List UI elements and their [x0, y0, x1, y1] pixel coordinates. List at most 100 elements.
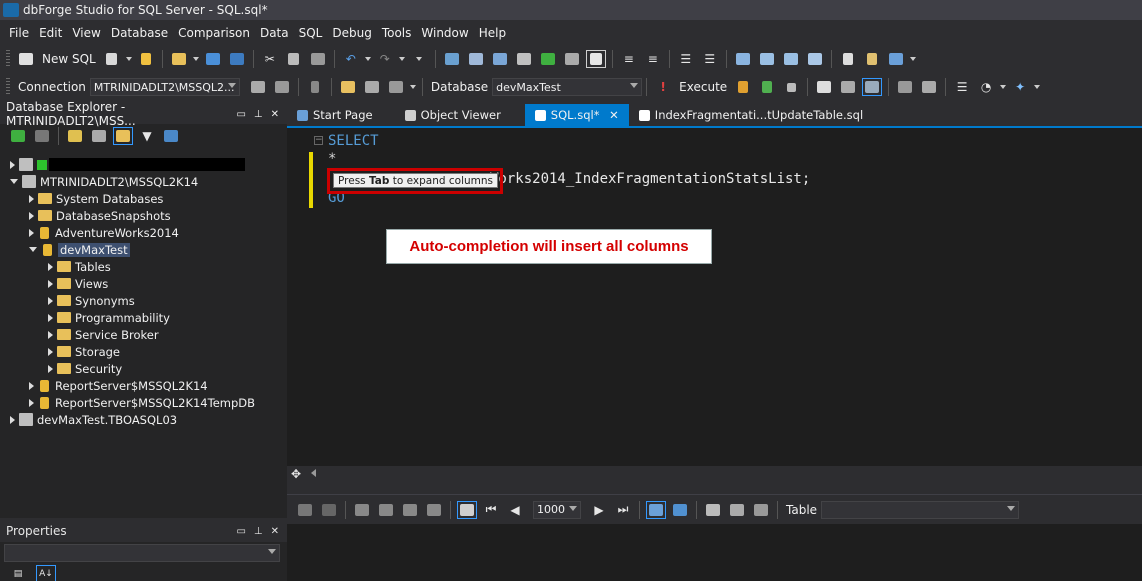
properties-object-select[interactable] — [4, 544, 280, 562]
bookmark-icon[interactable] — [733, 50, 753, 68]
execute-button[interactable]: Execute — [679, 80, 727, 94]
menu-view[interactable]: View — [67, 26, 105, 40]
close-tab-icon[interactable]: ✕ — [609, 108, 619, 122]
pin-icon[interactable]: ⊥ — [254, 109, 263, 120]
collapse-region-icon[interactable]: − — [314, 136, 323, 145]
menu-sql[interactable]: SQL — [294, 26, 328, 40]
tree-row-reportserver[interactable]: ReportServer$MSSQL2K14 — [0, 377, 287, 394]
expand-icon[interactable] — [10, 415, 15, 424]
execute-to-cursor-icon[interactable] — [757, 78, 777, 96]
tree-row-devmaxtest-tboasql03[interactable]: devMaxTest.TBOASQL03 — [0, 411, 287, 428]
close-icon[interactable]: ✕ — [271, 526, 279, 537]
collapse-icon[interactable] — [29, 247, 37, 252]
new-sql-button[interactable]: New SQL — [42, 52, 96, 66]
tree-row-adventureworks[interactable]: AdventureWorks2014 — [0, 224, 287, 241]
query-profile-icon[interactable] — [838, 78, 858, 96]
indent-icon[interactable]: ≡ — [643, 50, 663, 68]
bookmark-clear-icon[interactable] — [805, 50, 825, 68]
bookmark-next-icon[interactable] — [781, 50, 801, 68]
collapse-icon[interactable] — [10, 179, 18, 184]
new-document-icon[interactable] — [102, 50, 122, 68]
connect-icon[interactable] — [248, 78, 268, 96]
next-page-icon[interactable]: ▶ — [589, 501, 609, 519]
tree-row-server[interactable]: MTRINIDADLT2\MSSQL2K14 — [0, 173, 287, 190]
menu-database[interactable]: Database — [106, 26, 173, 40]
expand-icon[interactable] — [10, 160, 15, 169]
sql-mode-icon[interactable] — [585, 50, 606, 68]
menu-data[interactable]: Data — [255, 26, 294, 40]
new-sql-icon[interactable] — [16, 50, 36, 68]
tree-row-tables[interactable]: Tables — [0, 258, 287, 275]
edit-icon[interactable] — [338, 78, 358, 96]
undo-dropdown-arrow[interactable] — [364, 57, 371, 61]
alphabetical-icon[interactable]: A↓ — [36, 565, 56, 581]
save-all-icon[interactable] — [227, 50, 247, 68]
profiler-icon[interactable] — [514, 50, 534, 68]
list-icon[interactable]: ☰ — [952, 78, 972, 96]
execute-current-icon[interactable] — [733, 78, 753, 96]
tree-row-views[interactable]: Views — [0, 275, 287, 292]
import-icon[interactable] — [895, 78, 915, 96]
tree-row-synonyms[interactable]: Synonyms — [0, 292, 287, 309]
new-dropdown-arrow[interactable] — [125, 57, 132, 61]
clock-dropdown-arrow[interactable] — [1000, 85, 1007, 89]
print-icon[interactable] — [727, 501, 747, 519]
new-item-icon[interactable] — [136, 50, 156, 68]
tab-index-fragmentation[interactable]: IndexFragmentati...tUpdateTable.sql — [629, 104, 873, 126]
expand-icon[interactable] — [48, 313, 53, 322]
sql-editor[interactable]: − SELECT * Works2014_IndexFragmentationS… — [287, 126, 1142, 466]
transaction-icon[interactable] — [386, 78, 406, 96]
toolbar-options-icon[interactable] — [409, 50, 429, 68]
expand-icon[interactable] — [29, 194, 34, 203]
categorized-icon[interactable]: ▤ — [8, 565, 28, 581]
expand-icon[interactable] — [48, 296, 53, 305]
expand-icon[interactable] — [48, 262, 53, 271]
tree-row-storage[interactable]: Storage — [0, 343, 287, 360]
columns-icon[interactable] — [751, 501, 771, 519]
bookmark-prev-icon[interactable] — [757, 50, 777, 68]
document-edit-icon[interactable] — [862, 50, 882, 68]
rows-per-page-select[interactable]: 1000 — [533, 500, 581, 519]
new-connection-icon[interactable] — [65, 127, 85, 145]
outdent-icon[interactable]: ≡ — [619, 50, 639, 68]
schema-compare-icon[interactable] — [466, 50, 486, 68]
disconnect-icon[interactable] — [32, 127, 52, 145]
query-plan-icon[interactable] — [814, 78, 834, 96]
expand-icon[interactable] — [48, 330, 53, 339]
tab-start-page[interactable]: Start Page — [287, 104, 383, 126]
disconnect-icon[interactable] — [272, 78, 292, 96]
expand-icon[interactable] — [29, 398, 34, 407]
open-dropdown-arrow[interactable] — [192, 57, 199, 61]
insert-row-icon[interactable] — [376, 501, 396, 519]
format-icon[interactable] — [362, 78, 382, 96]
edit-connection-icon[interactable] — [89, 127, 109, 145]
tree-row-reportserver-tempdb[interactable]: ReportServer$MSSQL2K14TempDB — [0, 394, 287, 411]
toolbar-grip[interactable] — [6, 50, 10, 68]
expand-icon[interactable] — [29, 211, 34, 220]
refresh-results-icon[interactable] — [295, 501, 315, 519]
pin-icon[interactable] — [305, 78, 325, 96]
database-select[interactable]: devMaxTest — [492, 78, 643, 96]
refresh-icon[interactable] — [538, 50, 558, 68]
tab-object-viewer[interactable]: Object Viewer — [395, 104, 511, 126]
prev-page-icon[interactable]: ◀ — [505, 501, 525, 519]
expand-icon[interactable] — [29, 228, 34, 237]
window-menu-icon[interactable]: ▭ — [236, 526, 245, 537]
tree-row-security[interactable]: Security — [0, 360, 287, 377]
stop-icon[interactable] — [781, 78, 801, 96]
close-icon[interactable]: ✕ — [271, 109, 279, 120]
copy-icon[interactable] — [284, 50, 304, 68]
toolbar-grip[interactable] — [6, 78, 10, 96]
first-page-icon[interactable]: ⏮ — [481, 501, 501, 519]
delete-row-icon[interactable] — [400, 501, 420, 519]
connection-select[interactable]: MTRINIDADLT2\MSSQL2... — [89, 78, 240, 96]
menu-file[interactable]: File — [4, 26, 34, 40]
wand-icon[interactable]: ✦ — [1010, 78, 1030, 96]
uncomment-icon[interactable]: ☰ — [700, 50, 720, 68]
pin-icon[interactable]: ⊥ — [254, 526, 263, 537]
grid-view-icon[interactable] — [646, 500, 666, 519]
check-dropdown-arrow[interactable] — [909, 57, 916, 61]
last-page-icon[interactable]: ⏭ — [613, 501, 633, 519]
tab-sql[interactable]: SQL.sql* ✕ — [524, 104, 629, 126]
tree-row-database-snapshots[interactable]: DatabaseSnapshots — [0, 207, 287, 224]
